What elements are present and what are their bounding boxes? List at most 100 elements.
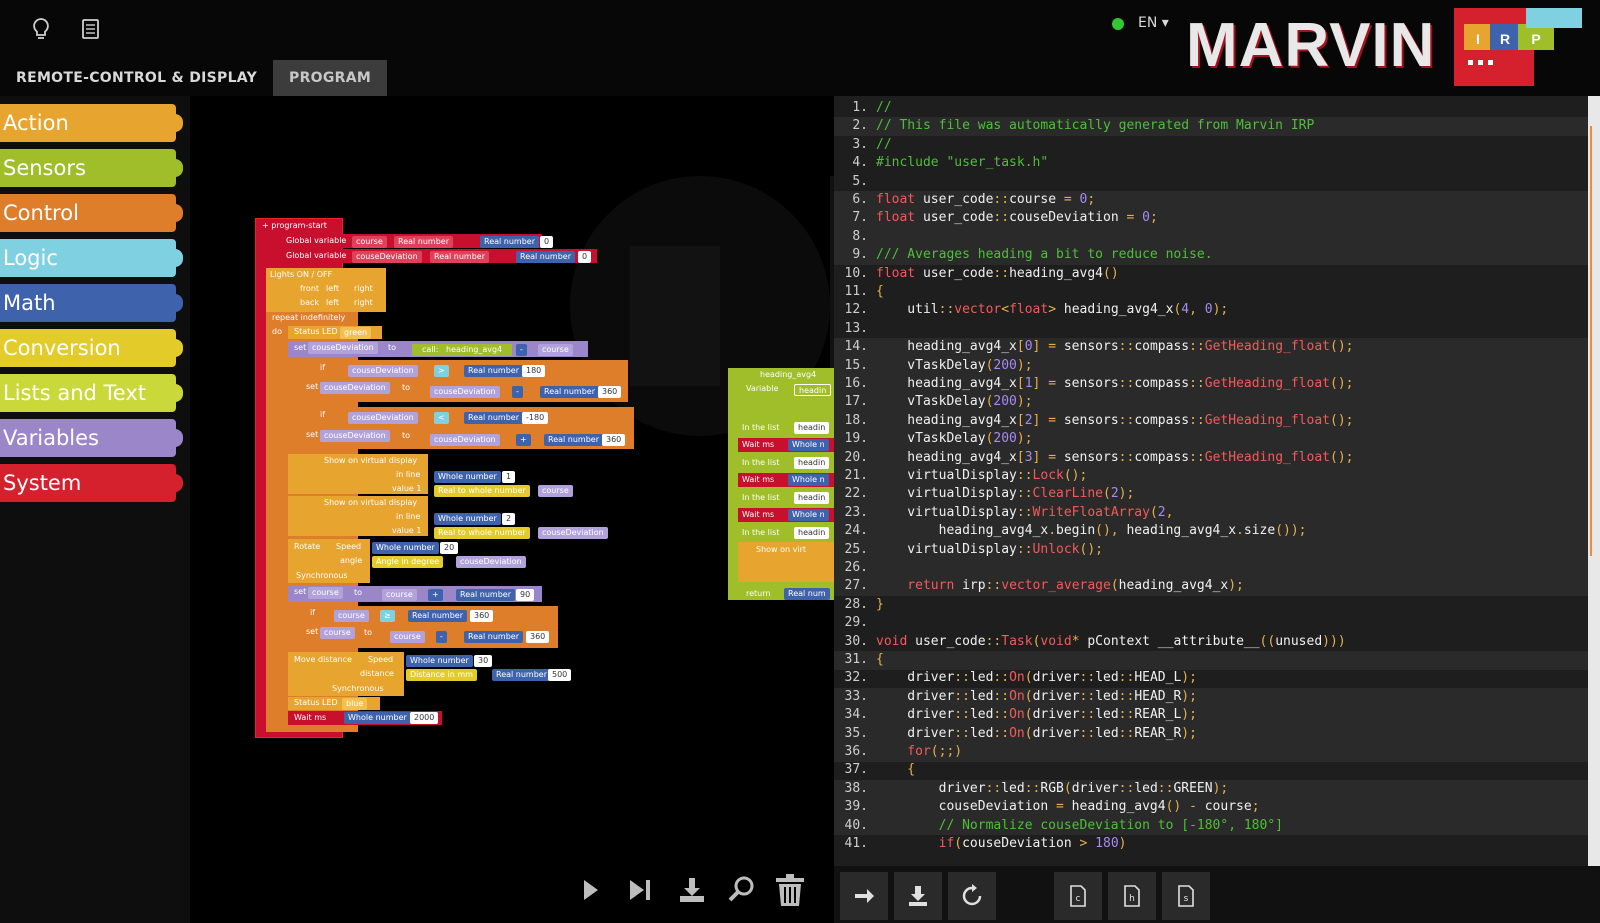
var-course-chip[interactable]: course bbox=[538, 344, 573, 356]
code-line[interactable]: 1. // bbox=[834, 99, 1588, 118]
plus-op-chip[interactable]: + bbox=[428, 589, 443, 601]
heading-list-chip[interactable]: headin bbox=[794, 422, 830, 434]
real-number-chip[interactable]: Real number bbox=[464, 412, 524, 424]
minus-op-chip[interactable]: - bbox=[512, 386, 523, 398]
code-line[interactable]: 19. vTaskDelay(200); bbox=[834, 430, 1588, 449]
real-number-chip[interactable]: Real number bbox=[540, 386, 600, 398]
code-line[interactable]: 25. virtualDisplay::Unlock(); bbox=[834, 540, 1588, 560]
code-line[interactable]: 14. heading_avg4_x[0] = sensors::compass… bbox=[834, 338, 1588, 357]
var-couse-dev-chip[interactable]: couseDeviation bbox=[456, 556, 526, 568]
code-line[interactable]: 18. heading_avg4_x[2] = sensors::compass… bbox=[834, 411, 1588, 431]
real-number-chip[interactable]: Real number bbox=[430, 251, 490, 263]
number-value[interactable]: 20 bbox=[440, 542, 459, 554]
code-line[interactable]: 23. virtualDisplay::WriteFloatArray(2, bbox=[834, 503, 1588, 523]
number-value[interactable]: 360 bbox=[526, 631, 550, 643]
category-math[interactable]: Math bbox=[0, 284, 183, 322]
code-line[interactable]: 13. bbox=[834, 320, 1588, 339]
var-couse-dev-chip[interactable]: couseDeviation bbox=[348, 365, 418, 377]
real-number-chip[interactable]: Real number bbox=[492, 669, 552, 681]
step-icon[interactable] bbox=[622, 870, 662, 910]
trash-icon[interactable] bbox=[770, 870, 810, 910]
code-line[interactable]: 38. driver::led::RGB(driver::led::GREEN)… bbox=[834, 779, 1588, 799]
category-sensors[interactable]: Sensors bbox=[0, 149, 183, 187]
var-couse-dev-chip[interactable]: couseDeviation bbox=[308, 342, 378, 354]
code-scrollbar-thumb[interactable] bbox=[1590, 126, 1598, 556]
whole-number-chip[interactable]: Whole number bbox=[434, 471, 501, 483]
whole-number-chip[interactable]: Whole number bbox=[434, 513, 501, 525]
code-line[interactable]: 5. bbox=[834, 173, 1588, 192]
code-editor[interactable]: 1. // 2. // This file was automatically gen… bbox=[834, 96, 1588, 866]
code-line[interactable]: 15. vTaskDelay(200); bbox=[834, 356, 1588, 376]
number-value[interactable]: 360 bbox=[598, 386, 622, 398]
document-icon[interactable] bbox=[78, 16, 104, 42]
code-line[interactable]: 9. /// Averages heading a bit to reduce n… bbox=[834, 246, 1588, 265]
code-line[interactable]: 28.} bbox=[834, 596, 1588, 615]
var-couse-dev-chip[interactable]: couseDeviation bbox=[538, 527, 608, 539]
category-conversion[interactable]: Conversion bbox=[0, 329, 183, 367]
code-line[interactable]: 26. bbox=[834, 559, 1588, 578]
real-number-chip[interactable]: Real number bbox=[464, 365, 524, 377]
category-system[interactable]: System bbox=[0, 464, 183, 502]
number-value[interactable]: 30 bbox=[474, 655, 493, 667]
var-couse-dev-chip[interactable]: couseDeviation bbox=[430, 434, 500, 446]
number-value[interactable]: 0 bbox=[578, 251, 592, 263]
number-value[interactable]: 90 bbox=[516, 589, 535, 601]
lightbulb-icon[interactable] bbox=[28, 16, 54, 42]
play-icon[interactable] bbox=[574, 870, 614, 910]
code-line[interactable]: 31. { bbox=[834, 651, 1588, 670]
var-course-chip[interactable]: course bbox=[320, 627, 355, 639]
var-couse-dev-chip[interactable]: couseDeviation bbox=[352, 251, 422, 263]
download-icon[interactable] bbox=[672, 870, 712, 910]
file-s-icon[interactable]: s bbox=[1162, 872, 1210, 920]
var-couse-dev-chip[interactable]: couseDeviation bbox=[320, 430, 390, 442]
language-selector[interactable]: EN ▾ bbox=[1138, 15, 1169, 31]
number-value[interactable]: 2000 bbox=[410, 712, 439, 724]
tab-program[interactable]: PROGRAM bbox=[273, 60, 388, 96]
code-line[interactable]: 24. heading_avg4_x.begin(), heading_avg4… bbox=[834, 522, 1588, 541]
real-number-chip[interactable]: Real number bbox=[544, 434, 604, 446]
var-course-chip[interactable]: course bbox=[390, 631, 425, 643]
whole-number-chip[interactable]: Whole number bbox=[406, 655, 473, 667]
number-value[interactable]: 500 bbox=[548, 669, 572, 681]
angle-degree-chip[interactable]: Angle in degree bbox=[372, 556, 444, 568]
number-value[interactable]: 180 bbox=[522, 365, 546, 377]
real-number-chip[interactable]: Real num bbox=[784, 588, 830, 600]
code-line[interactable]: 34. driver::led::On(driver::led::REAR_L)… bbox=[834, 706, 1588, 725]
led-color-chip[interactable]: blue bbox=[342, 698, 368, 710]
var-course-chip[interactable]: course bbox=[334, 610, 369, 622]
real-number-chip[interactable]: Real number bbox=[394, 236, 454, 248]
var-course-chip[interactable]: course bbox=[352, 236, 387, 248]
code-line[interactable]: 12. util::vector<float> heading_avg4_x(4… bbox=[834, 301, 1588, 320]
code-line[interactable]: 7. float user_code::couseDeviation = 0; bbox=[834, 209, 1588, 228]
file-c-icon[interactable]: c bbox=[1054, 872, 1102, 920]
search-icon[interactable] bbox=[722, 870, 762, 910]
category-variables[interactable]: Variables bbox=[0, 419, 183, 457]
real-number-chip[interactable]: Real number bbox=[456, 589, 516, 601]
compare-op-chip[interactable]: ≥ bbox=[380, 610, 395, 622]
real-number-chip[interactable]: Real number bbox=[516, 251, 576, 263]
code-line[interactable]: 17. vTaskDelay(200); bbox=[834, 393, 1588, 412]
heading-list-chip[interactable]: headin bbox=[794, 457, 830, 469]
code-line[interactable]: 11. { bbox=[834, 283, 1588, 302]
number-value[interactable]: 2 bbox=[502, 513, 516, 525]
code-line[interactable]: 36. for(;;) bbox=[834, 743, 1588, 762]
category-action[interactable]: Action bbox=[0, 104, 183, 142]
code-line[interactable]: 35. driver::led::On(driver::led::REAR_R)… bbox=[834, 724, 1588, 744]
code-line[interactable]: 4. #include "user_task.h" bbox=[834, 154, 1588, 173]
real-number-chip[interactable]: Real number bbox=[464, 631, 524, 643]
real-to-whole-chip[interactable]: Real to whole number bbox=[434, 527, 530, 539]
var-course-chip[interactable]: course bbox=[308, 587, 343, 599]
arrow-right-icon[interactable] bbox=[840, 872, 888, 920]
var-course-chip[interactable]: course bbox=[538, 485, 573, 497]
number-value[interactable]: 0 bbox=[540, 236, 554, 248]
blocks-workspace[interactable]: + program-start Global variable course R… bbox=[190, 96, 834, 866]
var-couse-dev-chip[interactable]: couseDeviation bbox=[320, 382, 390, 394]
minus-op-chip[interactable]: - bbox=[516, 344, 527, 356]
number-value[interactable]: -180 bbox=[522, 412, 549, 424]
led-color-chip[interactable]: green bbox=[340, 327, 372, 339]
category-logic[interactable]: Logic bbox=[0, 239, 183, 277]
tab-remote-control[interactable]: REMOTE-CONTROL & DISPLAY bbox=[0, 60, 273, 96]
download-icon[interactable] bbox=[894, 872, 942, 920]
heading-list-chip[interactable]: headin bbox=[794, 492, 830, 504]
code-line[interactable]: 29. bbox=[834, 614, 1588, 633]
